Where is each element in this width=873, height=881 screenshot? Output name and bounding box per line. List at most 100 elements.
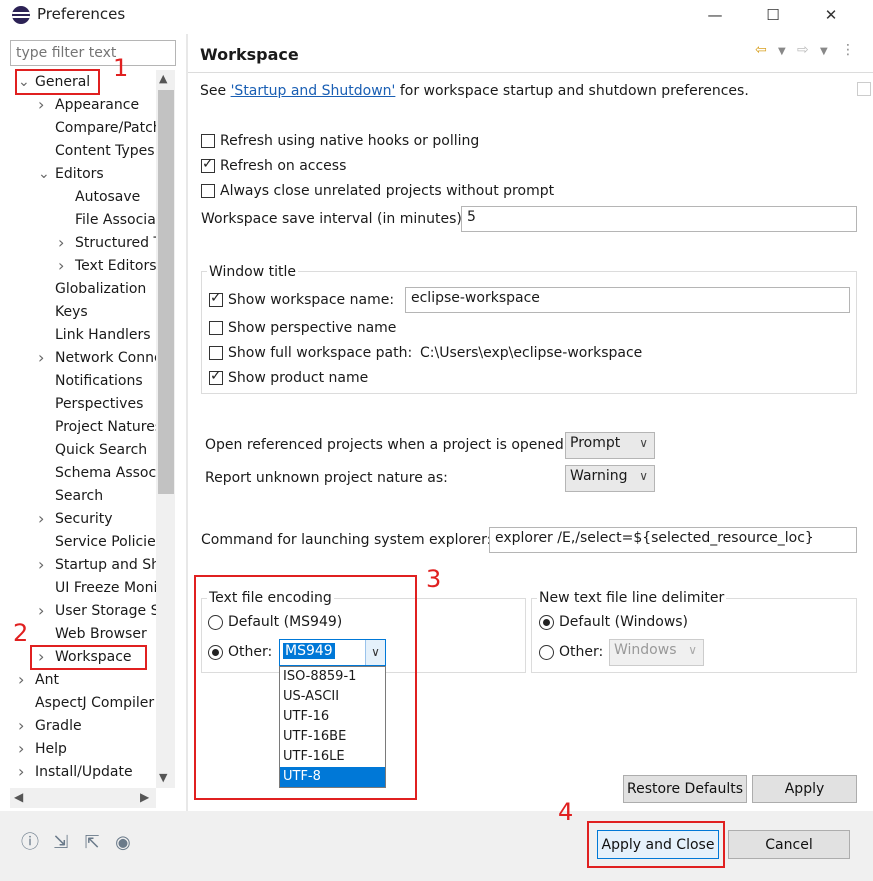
chevron-right-icon[interactable]: › [38,554,48,576]
scrollbar-stub [857,82,871,96]
tree-item-schema-associations[interactable]: Schema Associations [55,462,156,484]
show-full-path-label: Show full workspace path: [228,345,413,361]
always-close-label: Always close unrelated projects without … [220,183,555,199]
tree-item-keys[interactable]: Keys [55,301,88,323]
workspace-name-input[interactable]: eclipse-workspace [405,287,850,313]
tree-item-autosave[interactable]: Autosave [75,186,140,208]
tree-horizontal-scrollbar[interactable] [10,788,156,808]
forward-icon[interactable]: ⇨ [797,42,809,58]
preference-tree: ⌄ General › Appearance Compare/Patch Content … [0,70,156,788]
filter-input[interactable] [10,40,176,66]
delimiter-other-radio[interactable] [539,645,554,660]
restore-defaults-button[interactable]: Restore Defaults [623,775,747,803]
tree-item-editors[interactable]: Editors [55,163,104,185]
tree-item-install-update[interactable]: Install/Update [35,761,133,783]
tree-item-security[interactable]: Security [55,508,113,530]
tree-item-structured-text[interactable]: Structured Text [75,232,156,254]
tree-item-file-associations[interactable]: File Associations [75,209,156,231]
tree-item-ant[interactable]: Ant [35,669,59,691]
always-close-checkbox[interactable] [201,184,215,198]
annotation-number-1: 1 [113,54,129,82]
show-perspective-name-checkbox[interactable] [209,321,223,335]
title-bar [0,0,873,30]
refresh-native-checkbox[interactable] [201,134,215,148]
chevron-right-icon[interactable]: › [38,347,48,369]
refresh-access-checkbox[interactable] [201,156,215,173]
chevron-right-icon[interactable]: › [38,600,48,622]
note-prefix: See [200,83,231,99]
close-icon[interactable]: ✕ [808,0,854,30]
scroll-up-icon[interactable]: ▲ [159,72,167,85]
open-referenced-select[interactable]: Prompt ∨ [565,432,655,459]
explorer-command-input[interactable]: explorer /E,/select=${selected_resource_… [489,527,857,553]
pane-divider[interactable] [186,34,188,811]
tree-item-compare-patch[interactable]: Compare/Patch [55,117,156,139]
back-icon[interactable]: ⇦ [755,42,767,58]
tree-item-search[interactable]: Search [55,485,103,507]
tree-item-project-natures[interactable]: Project Natures [55,416,156,438]
tree-item-quick-search[interactable]: Quick Search [55,439,147,461]
refresh-native-label: Refresh using native hooks or polling [220,133,480,149]
tree-item-notifications[interactable]: Notifications [55,370,143,392]
tree-item-service-policies[interactable]: Service Policies [55,531,156,553]
scroll-down-icon[interactable]: ▼ [159,771,167,784]
open-referenced-label: Open referenced projects when a project … [205,437,569,453]
scroll-right-icon[interactable]: ▶ [140,790,149,804]
delimiter-default-radio[interactable] [539,615,554,630]
back-menu-icon[interactable]: ▼ [778,46,786,57]
help-icon[interactable]: ⓘ [19,832,41,854]
apply-button[interactable]: Apply [752,775,857,803]
show-product-name-checkbox[interactable] [209,368,223,385]
chevron-right-icon[interactable]: › [58,232,68,254]
header-divider [188,72,873,73]
import-icon[interactable]: ⇲ [50,832,72,854]
startup-shutdown-link[interactable]: 'Startup and Shutdown' [231,83,396,99]
tree-item-aspectj-compiler[interactable]: AspectJ Compiler [35,692,154,714]
tree-item-help[interactable]: Help [35,738,67,760]
tree-item-user-storage-service[interactable]: User Storage Service [55,600,156,622]
chevron-right-icon[interactable]: › [18,761,28,783]
view-menu-icon[interactable]: ⋮ [841,42,855,58]
annotation-box-3 [194,575,417,800]
tree-item-text-editors[interactable]: Text Editors [75,255,156,277]
chevron-right-icon[interactable]: › [58,255,68,277]
tree-item-gradle[interactable]: Gradle [35,715,82,737]
tree-item-globalization[interactable]: Globalization [55,278,146,300]
tree-item-network-connections[interactable]: Network Connections [55,347,156,369]
chevron-right-icon[interactable]: › [38,508,48,530]
chevron-right-icon[interactable]: › [38,94,48,116]
report-unknown-select[interactable]: Warning ∨ [565,465,655,492]
chevron-right-icon[interactable]: › [18,738,28,760]
show-full-path-checkbox[interactable] [209,346,223,360]
delimiter-default-label: Default (Windows) [559,614,689,630]
chevron-right-icon[interactable]: › [18,669,28,691]
save-interval-input[interactable]: 5 [461,206,857,232]
tree-item-web-browser[interactable]: Web Browser [55,623,147,645]
tree-item-link-handlers[interactable]: Link Handlers [55,324,151,346]
tree-item-appearance[interactable]: Appearance [55,94,139,116]
export-icon[interactable]: ⇱ [81,832,103,854]
delimiter-other-value: Windows [614,642,677,658]
tree-item-perspectives[interactable]: Perspectives [55,393,143,415]
scroll-left-icon[interactable]: ◀ [14,790,23,804]
open-referenced-value: Prompt [570,435,621,451]
minimize-icon[interactable]: — [692,0,738,30]
tree-item-ui-freeze-monitoring[interactable]: UI Freeze Monitoring [55,577,156,599]
maximize-icon[interactable]: ☐ [750,0,796,30]
scrollbar-thumb[interactable] [158,90,174,494]
cancel-button[interactable]: Cancel [728,830,850,859]
eclipse-icon [12,6,30,24]
tree-item-content-types[interactable]: Content Types [55,140,155,162]
chevron-down-icon[interactable]: ⌄ [38,163,50,185]
delimiter-other-label: Other: [559,644,604,660]
chevron-down-icon: ∨ [688,643,697,657]
show-workspace-name-checkbox[interactable] [209,290,223,307]
record-icon[interactable]: ◉ [112,832,134,854]
chevron-right-icon[interactable]: › [18,715,28,737]
delimiter-other-select[interactable]: Windows ∨ [609,639,704,666]
note-suffix: for workspace startup and shutdown prefe… [395,83,749,99]
annotation-box-2 [30,645,147,670]
forward-menu-icon[interactable]: ▼ [820,46,828,57]
startup-shutdown-note: See 'Startup and Shutdown' for workspace… [200,83,749,99]
tree-item-startup-and-shutdown[interactable]: Startup and Shutdown [55,554,156,576]
